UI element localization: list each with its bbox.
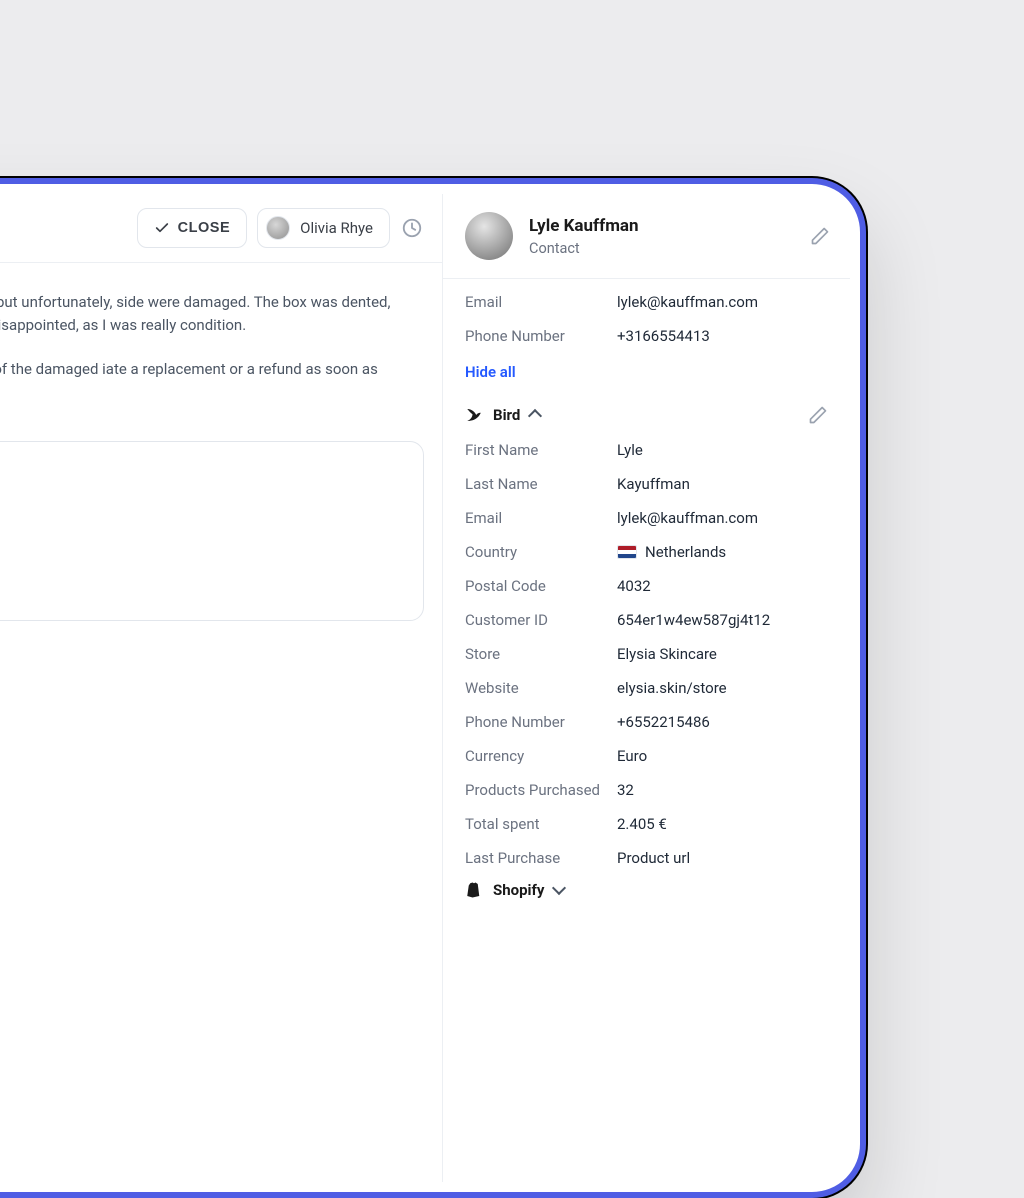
close-button[interactable]: CLOSE <box>137 208 247 248</box>
field-value-products: 32 <box>617 781 828 799</box>
flag-nl-icon <box>617 545 637 559</box>
field-label-website: Website <box>465 679 605 697</box>
contact-pane: Lyle Kauffman Contact Email lylek@kauffm… <box>443 194 850 1182</box>
chevron-down-icon <box>552 881 566 895</box>
history-icon[interactable] <box>400 216 424 240</box>
message-paragraph: I a parcel from your company, but unfort… <box>0 291 414 338</box>
section-label-bird: Bird <box>493 406 520 424</box>
field-value-currency: Euro <box>617 747 828 765</box>
field-value-store: Elysia Skincare <box>617 645 828 663</box>
section-header-bird[interactable]: Bird <box>465 405 828 425</box>
hide-all-link[interactable]: Hide all <box>465 363 516 381</box>
field-label-bird-email: Email <box>465 509 605 527</box>
assignee-avatar <box>266 216 290 240</box>
field-label-postal: Postal Code <box>465 577 605 595</box>
bird-icon <box>465 406 483 424</box>
field-value-total-spent: 2.405 € <box>617 815 828 833</box>
contact-subtitle: Contact <box>529 240 794 257</box>
field-value-country: Netherlands <box>617 543 828 561</box>
shopify-icon <box>465 881 483 899</box>
check-icon <box>154 220 170 236</box>
contact-name: Lyle Kauffman <box>529 216 794 236</box>
message-paragraph: ? I've attached some pictures of the dam… <box>0 358 414 381</box>
app-window: st m… CLOSE Olivia Rhye <box>0 194 850 1182</box>
conversation-body: I a parcel from your company, but unfort… <box>0 263 442 429</box>
field-label-products: Products Purchased <box>465 781 605 799</box>
assignee-name: Olivia Rhye <box>300 219 373 237</box>
section-header-shopify[interactable]: Shopify <box>465 881 828 899</box>
chevron-up-icon <box>528 409 542 423</box>
field-value-first-name: Lyle <box>617 441 828 459</box>
field-label-customer-id: Customer ID <box>465 611 605 629</box>
conversation-actions: CLOSE Olivia Rhye <box>137 208 424 248</box>
field-value-bird-phone: +6552215486 <box>617 713 828 731</box>
contact-details: Email lylek@kauffman.com Phone Number +3… <box>443 279 850 1182</box>
field-label-phone: Phone Number <box>465 327 605 345</box>
field-label-last-purchase: Last Purchase <box>465 849 605 867</box>
field-value-last-purchase: Product url <box>617 849 828 867</box>
field-label-bird-phone: Phone Number <box>465 713 605 731</box>
assignee-pill[interactable]: Olivia Rhye <box>257 208 390 248</box>
field-value-last-name: Kayuffman <box>617 475 828 493</box>
edit-bird-icon[interactable] <box>808 405 828 425</box>
field-value-website: elysia.skin/store <box>617 679 828 697</box>
field-value-email: lylek@kauffman.com <box>617 293 828 311</box>
section-label-shopify: Shopify <box>493 881 544 899</box>
reply-composer[interactable] <box>0 441 424 621</box>
conversation-title: st m… <box>0 218 125 238</box>
field-label-currency: Currency <box>465 747 605 765</box>
field-label-store: Store <box>465 645 605 663</box>
field-value-bird-email: lylek@kauffman.com <box>617 509 828 527</box>
field-label-last-name: Last Name <box>465 475 605 493</box>
edit-contact-icon[interactable] <box>810 226 830 246</box>
field-value-phone: +3166554413 <box>617 327 828 345</box>
field-label-total-spent: Total spent <box>465 815 605 833</box>
close-button-label: CLOSE <box>178 220 230 236</box>
field-value-postal: 4032 <box>617 577 828 595</box>
field-label-first-name: First Name <box>465 441 605 459</box>
field-label-country: Country <box>465 543 605 561</box>
device-frame: st m… CLOSE Olivia Rhye <box>0 178 866 1198</box>
contact-avatar <box>465 212 513 260</box>
field-label-email: Email <box>465 293 605 311</box>
conversation-pane: st m… CLOSE Olivia Rhye <box>0 194 443 1182</box>
field-value-customer-id: 654er1w4ew587gj4t12 <box>617 611 828 629</box>
conversation-header: st m… CLOSE Olivia Rhye <box>0 194 442 263</box>
contact-header: Lyle Kauffman Contact <box>443 194 850 279</box>
